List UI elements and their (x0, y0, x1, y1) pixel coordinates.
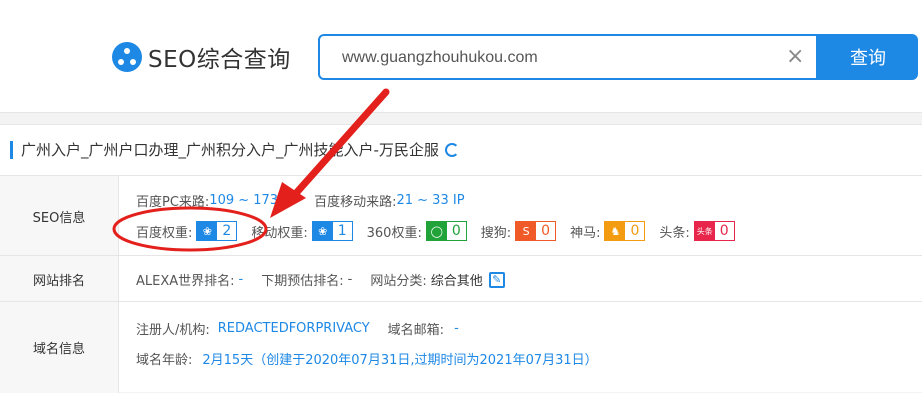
owner-label: 注册人/机构: (136, 323, 210, 338)
toutiao-icon: 头条 (694, 222, 715, 240)
category-label: 网站分类: (370, 274, 427, 289)
next-rank-value: - (347, 272, 353, 287)
site-rank-row: 网站排名 ALEXA世界排名: - 下期预估排名: - 网站分类: 综合其他 ✎ (0, 255, 922, 302)
pc-traffic-value[interactable]: 109 ~ 173 (209, 193, 278, 208)
domain-info-row: 域名信息 注册人/机构: REDACTEDFORPRIVACY 域名邮箱: - … (0, 301, 922, 393)
mobile-traffic-label: 百度移动来路: (314, 195, 397, 210)
w360-label: 360权重: (366, 225, 422, 241)
domain-info-label: 域名信息 (0, 302, 119, 393)
mobile-weight-label: 移动权重: (251, 225, 308, 241)
title-accent-bar (10, 140, 13, 159)
mobile-weight-value: 1 (337, 223, 347, 239)
weights-line: 百度权重: ❀ 2 移动权重: ❀ 1 360权重: ◯ 0 搜狗: S 0 神… (136, 221, 749, 241)
refresh-icon[interactable] (444, 142, 459, 157)
category-value: 综合其他 (430, 274, 483, 289)
age-value[interactable]: 2月15天（创建于2020年07月31日,过期时间为2021年07月31日） (202, 349, 597, 368)
traffic-line: 百度PC来路: 109 ~ 173 百度移动来路: 21 ~ 33 IP (136, 191, 465, 210)
top-header: SEO综合查询 × 查询 (0, 0, 922, 113)
sogou-badge[interactable]: S 0 (515, 221, 557, 241)
search-box: × (318, 34, 818, 80)
toutiao-label: 头条: (659, 225, 690, 241)
site-rank-label: 网站排名 (0, 256, 119, 302)
clear-icon[interactable]: × (786, 46, 804, 68)
email-value[interactable]: - (454, 321, 459, 336)
owner-value[interactable]: REDACTEDFORPRIVACY (218, 321, 370, 336)
baidu-weight-badge[interactable]: ❀ 2 (196, 221, 238, 241)
email-label: 域名邮箱: (387, 323, 445, 338)
w360-value: 0 (451, 223, 461, 239)
paw-icon: ❀ (312, 222, 333, 240)
age-label: 域名年龄: (136, 353, 193, 368)
next-rank-label: 下期预估排名: (261, 274, 344, 289)
edit-icon[interactable]: ✎ (488, 271, 505, 288)
360-icon: ◯ (426, 222, 447, 240)
toutiao-value: 0 (719, 223, 729, 239)
domain-owner-line: 注册人/机构: REDACTEDFORPRIVACY 域名邮箱: - (136, 319, 459, 338)
paw-icon: ❀ (197, 222, 218, 240)
shenma-label: 神马: (570, 225, 601, 241)
result-card: 广州入户_广州户口办理_广州积分入户_广州技能入户-万民企服 SEO信息 百度P… (0, 124, 922, 393)
mobile-weight-badge[interactable]: ❀ 1 (311, 221, 353, 241)
w360-badge[interactable]: ◯ 0 (425, 221, 467, 241)
site-title-row: 广州入户_广州户口办理_广州积分入户_广州技能入户-万民企服 (10, 139, 459, 160)
sogou-label: 搜狗: (480, 225, 512, 241)
baidu-weight-value: 2 (222, 223, 232, 239)
sogou-icon: S (516, 222, 537, 240)
toutiao-badge[interactable]: 头条 0 (693, 221, 735, 241)
sogou-value: 0 (541, 223, 551, 239)
alexa-label: ALEXA世界排名: (136, 274, 235, 289)
logo-icon (112, 42, 142, 72)
shenma-badge[interactable]: ♞ 0 (604, 221, 646, 241)
shenma-value: 0 (630, 223, 640, 239)
search-button[interactable]: 查询 (818, 34, 918, 80)
site-title: 广州入户_广州户口办理_广州积分入户_广州技能入户-万民企服 (21, 141, 439, 159)
search-input[interactable] (340, 36, 764, 80)
shenma-icon: ♞ (605, 222, 626, 240)
pc-traffic-label: 百度PC来路: (136, 195, 210, 210)
seo-info-row: SEO信息 百度PC来路: 109 ~ 173 百度移动来路: 21 ~ 33 … (0, 175, 922, 256)
baidu-weight-label: 百度权重: (136, 225, 193, 241)
mobile-traffic-value[interactable]: 21 ~ 33 IP (396, 193, 464, 208)
logo[interactable]: SEO综合查询 (112, 40, 291, 74)
rank-line: ALEXA世界排名: - 下期预估排名: - 网站分类: 综合其他 ✎ (136, 270, 505, 289)
alexa-value[interactable]: - (239, 272, 244, 287)
seo-info-label: SEO信息 (0, 176, 119, 256)
logo-text: SEO综合查询 (148, 47, 291, 73)
domain-age-line: 域名年龄: 2月15天（创建于2020年07月31日,过期时间为2021年07月… (136, 349, 598, 368)
